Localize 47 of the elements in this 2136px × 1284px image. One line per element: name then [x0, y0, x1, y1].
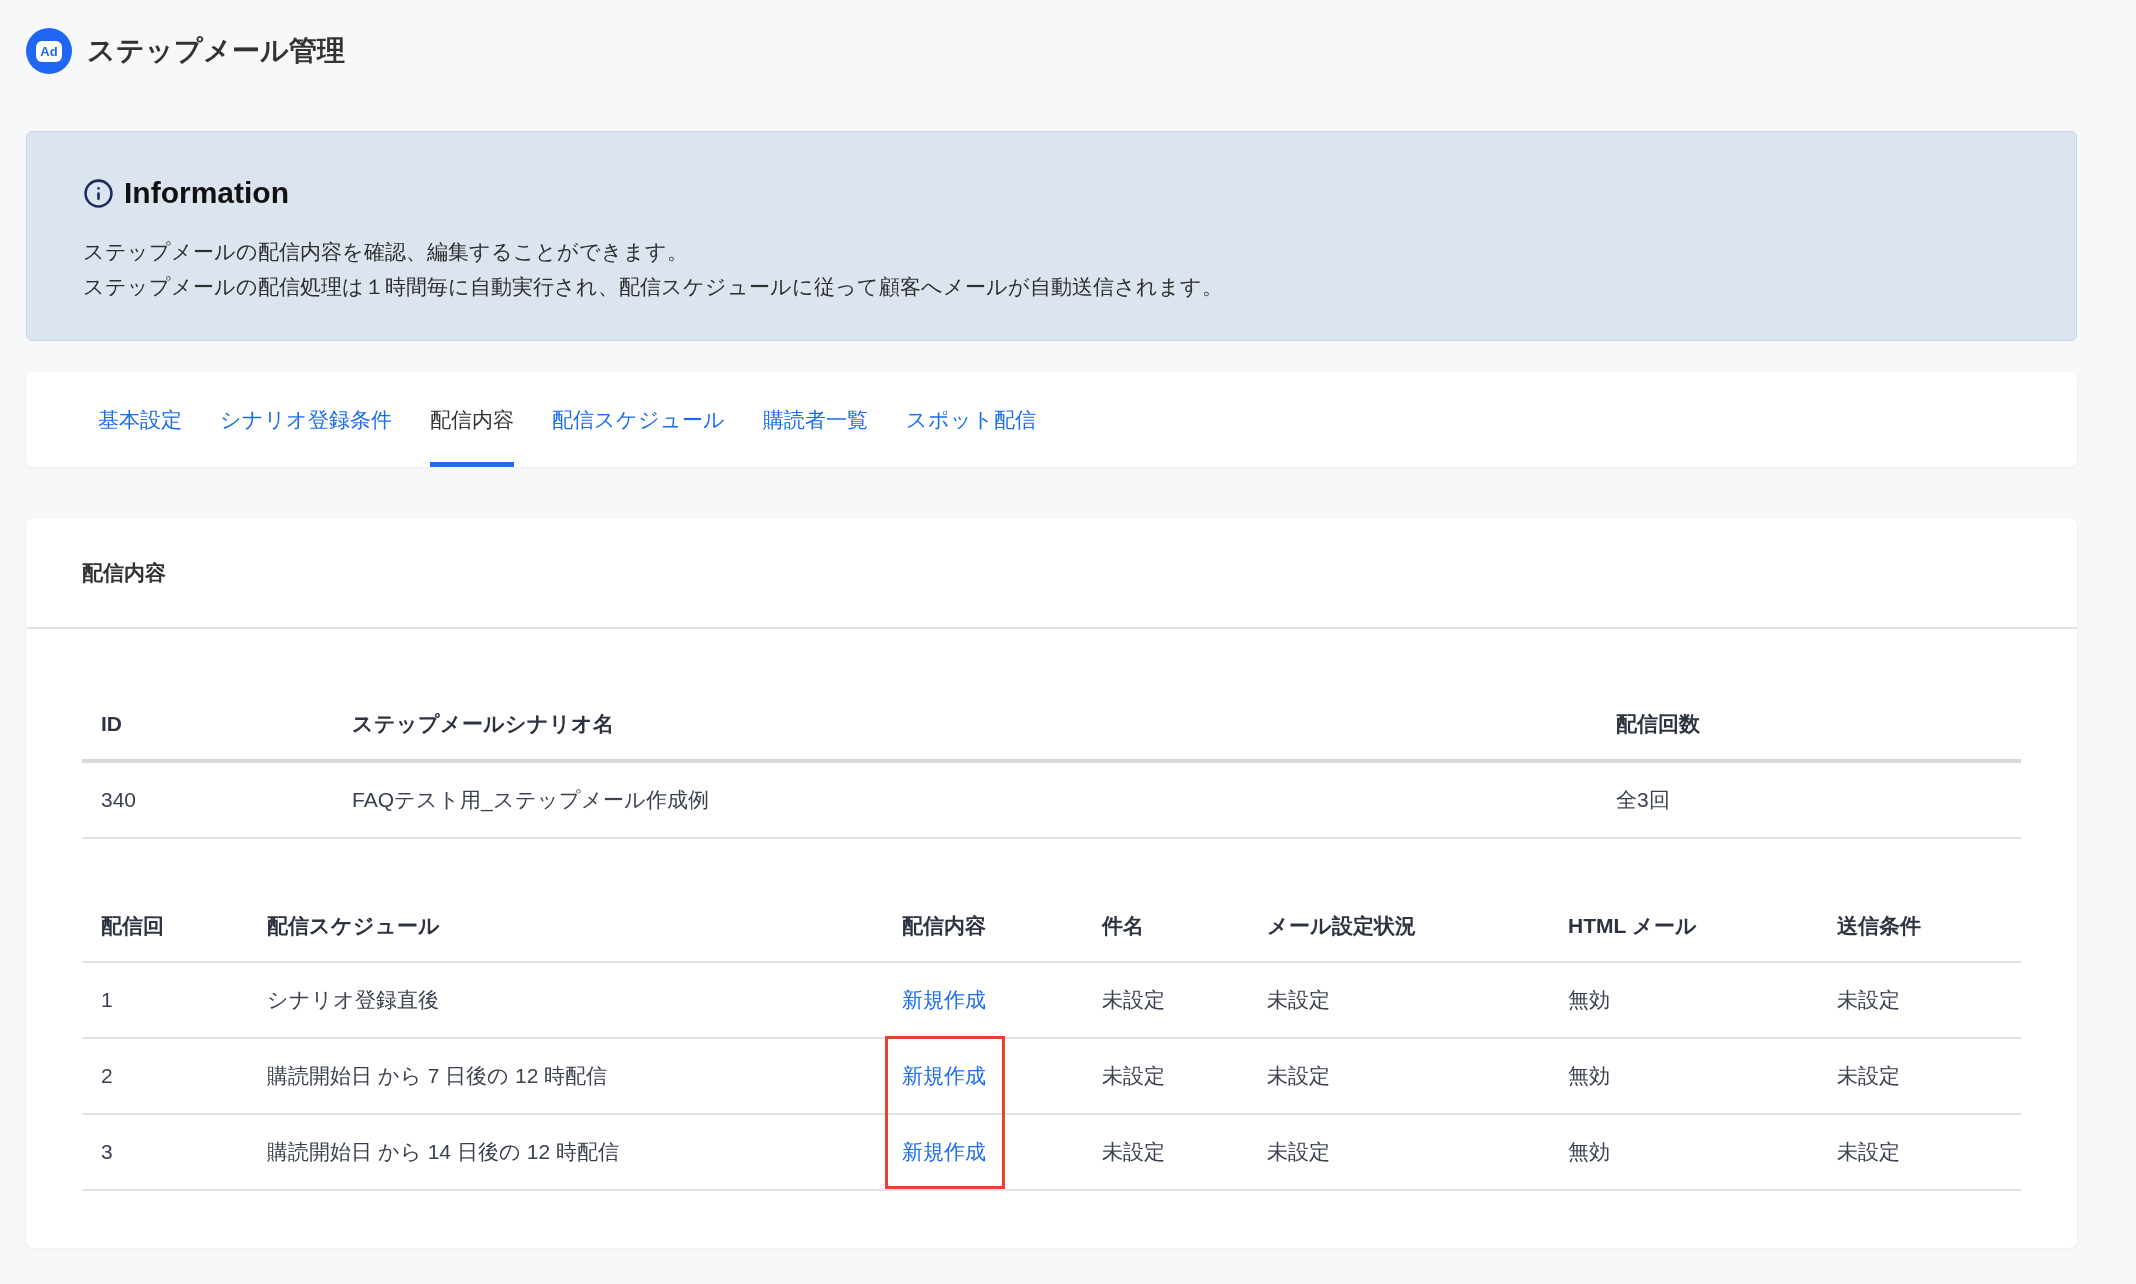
table-cell-text: 未設定	[1266, 1139, 1331, 1165]
page-title: ステップメール管理	[87, 34, 345, 68]
info-text: ステップメールの配信内容を確認、編集することができます。	[83, 239, 689, 265]
table-cell-text: 未設定	[1101, 1139, 1166, 1165]
tab[interactable]: シナリオ登録条件	[220, 372, 392, 467]
info-text: ステップメールの配信処理は１時間毎に自動実行され、配信スケジュールに従って顧客へメールが自動送信されます。	[83, 274, 1224, 300]
table-cell-text: 340	[100, 787, 138, 813]
column-header: 配信回数	[1597, 689, 2021, 763]
table-cell-text: 未設定	[1101, 987, 1166, 1013]
table-cell-text: 無効	[1567, 1139, 1611, 1165]
tab[interactable]: 購読者一覧	[763, 372, 868, 467]
column-header: ID	[82, 689, 333, 763]
table-cell-text: FAQテスト用_ステップメール作成例	[351, 787, 710, 814]
tab[interactable]: スポット配信	[906, 372, 1036, 467]
table-cell-text: 未設定	[1101, 1063, 1166, 1089]
table-cell-text: 未設定	[1266, 987, 1331, 1013]
create-link[interactable]: 新規作成	[902, 1062, 986, 1090]
table-cell-text: 未設定	[1836, 1063, 1901, 1089]
create-link[interactable]: 新規作成	[902, 1138, 986, 1166]
column-header: ステップメールシナリオ名	[333, 689, 1597, 763]
table-cell-text: 1	[100, 987, 114, 1013]
table-cell-text: 未設定	[1266, 1063, 1331, 1089]
table-cell-text: 全3回	[1615, 787, 1671, 813]
info-icon	[83, 177, 114, 209]
column-header: 件名	[1083, 891, 1248, 963]
app-logo: Ad	[26, 28, 72, 74]
table-cell-text: 無効	[1567, 1063, 1611, 1089]
section-title: 配信内容	[82, 559, 166, 586]
info-title: Information	[124, 176, 289, 210]
create-link[interactable]: 新規作成	[902, 986, 986, 1014]
table-cell-text: 購読開始日 から 7 日後の 12 時配信	[266, 1063, 609, 1089]
tab[interactable]: 配信内容	[430, 372, 514, 467]
column-header: 配信スケジュール	[248, 891, 883, 963]
tab[interactable]: 基本設定	[98, 372, 182, 467]
table-cell-text: 3	[100, 1139, 114, 1165]
table-cell-text: 2	[100, 1063, 114, 1089]
column-header: HTML メール	[1549, 891, 1818, 963]
table-cell-text: 未設定	[1836, 1139, 1901, 1165]
column-header: 送信条件	[1818, 891, 2021, 963]
table-cell-text: 未設定	[1836, 987, 1901, 1013]
table-cell-text: シナリオ登録直後	[266, 987, 440, 1013]
column-header: 配信内容	[883, 891, 1083, 963]
table-cell-text: 購読開始日 から 14 日後の 12 時配信	[266, 1139, 620, 1165]
tab[interactable]: 配信スケジュール	[552, 372, 725, 467]
column-header: メール設定状況	[1248, 891, 1549, 963]
column-header: 配信回	[82, 891, 248, 963]
table-cell-text: 無効	[1567, 987, 1611, 1013]
